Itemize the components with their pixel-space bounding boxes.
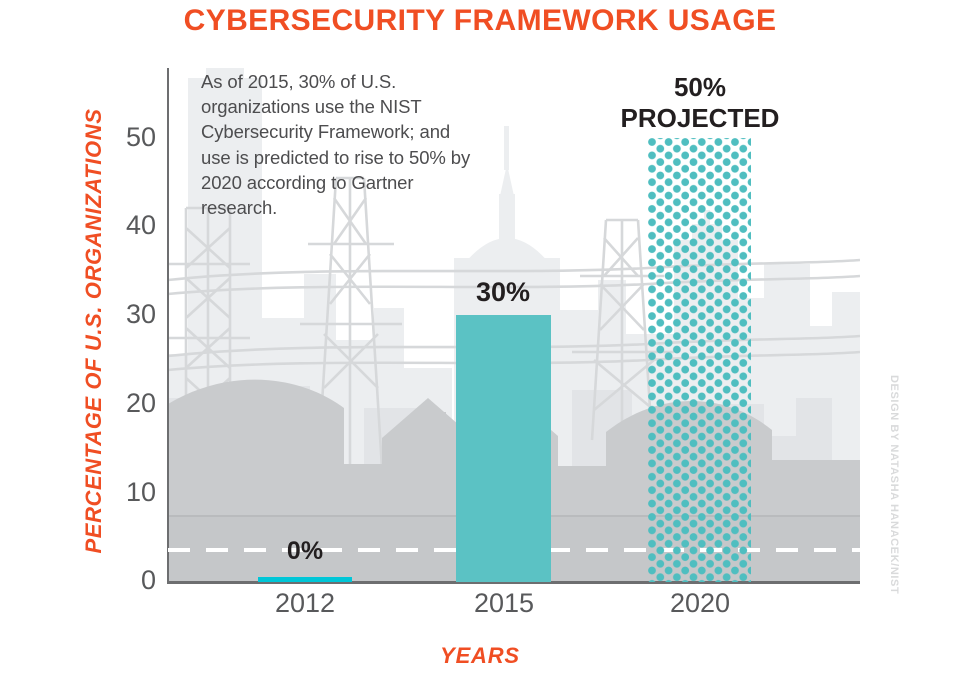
bar-label-2015: 30% <box>475 277 531 307</box>
y-tick-label-30: 30 <box>125 299 156 329</box>
x-tick-label-2020: 2020 <box>669 588 731 618</box>
design-credit: DESIGN BY NATASHA HANACEK/NIST <box>888 375 900 595</box>
y-tick-label-10: 10 <box>125 477 156 507</box>
y-axis-line <box>167 68 169 584</box>
bar-2015 <box>456 315 551 582</box>
page-title: CYBERSECURITY FRAMEWORK USAGE <box>183 4 777 37</box>
y-tick-label-20: 20 <box>125 388 156 418</box>
infographic-canvas: CYBERSECURITY FRAMEWORK USAGE 50 40 30 2… <box>0 0 960 676</box>
bar-label-2020-value: 50% <box>673 72 727 102</box>
y-tick-label-40: 40 <box>125 210 156 240</box>
bar-2012 <box>258 577 352 582</box>
x-tick-label-2015: 2015 <box>473 588 535 618</box>
annotation-text: As of 2015, 30% of U.S. organizations us… <box>201 71 471 219</box>
x-axis-title: YEARS <box>440 643 520 668</box>
y-tick-label-0: 0 <box>140 565 156 595</box>
bar-label-2020-projected: PROJECTED <box>620 103 780 133</box>
bar-2020-projected <box>648 138 751 582</box>
bar-label-2012: 0% <box>286 537 324 565</box>
y-axis-title: PERCENTAGE OF U.S. ORGANIZATIONS <box>81 108 106 554</box>
y-tick-label-50: 50 <box>125 122 156 152</box>
x-tick-label-2012: 2012 <box>274 588 336 618</box>
